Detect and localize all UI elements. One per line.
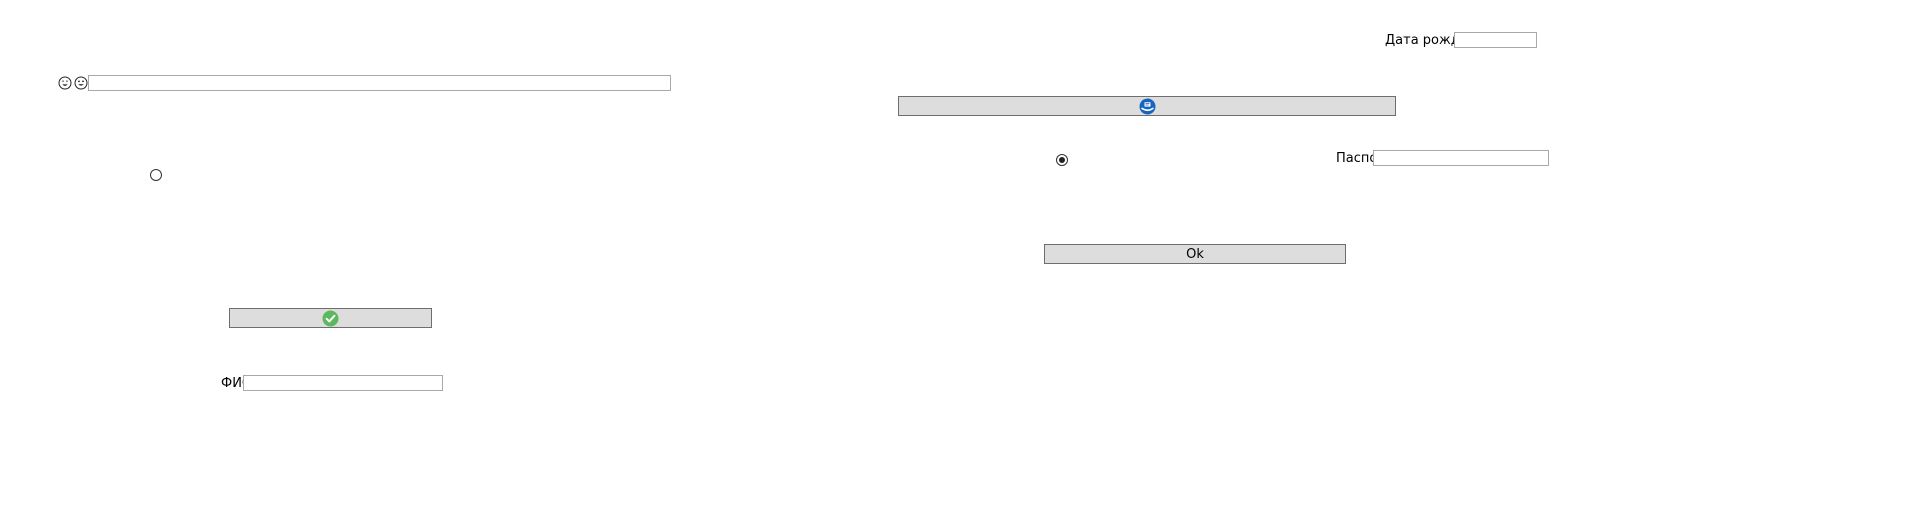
blue-circle-badge-icon	[1139, 98, 1155, 114]
ok-button[interactable]: Ok	[1044, 244, 1346, 264]
green-checkmark-icon	[322, 310, 339, 326]
fio-input[interactable]	[243, 375, 443, 391]
grinning-sweat-face-icon	[58, 76, 72, 90]
radio-right[interactable]	[1056, 154, 1068, 166]
top-text-input[interactable]	[88, 75, 671, 91]
confirm-check-button[interactable]	[229, 308, 432, 328]
grinning-face-icon	[74, 76, 88, 90]
birthdate-input[interactable]	[1454, 32, 1537, 48]
blue-icon-button[interactable]	[898, 96, 1396, 116]
passport-input[interactable]	[1373, 150, 1549, 166]
radio-left[interactable]	[150, 169, 162, 181]
